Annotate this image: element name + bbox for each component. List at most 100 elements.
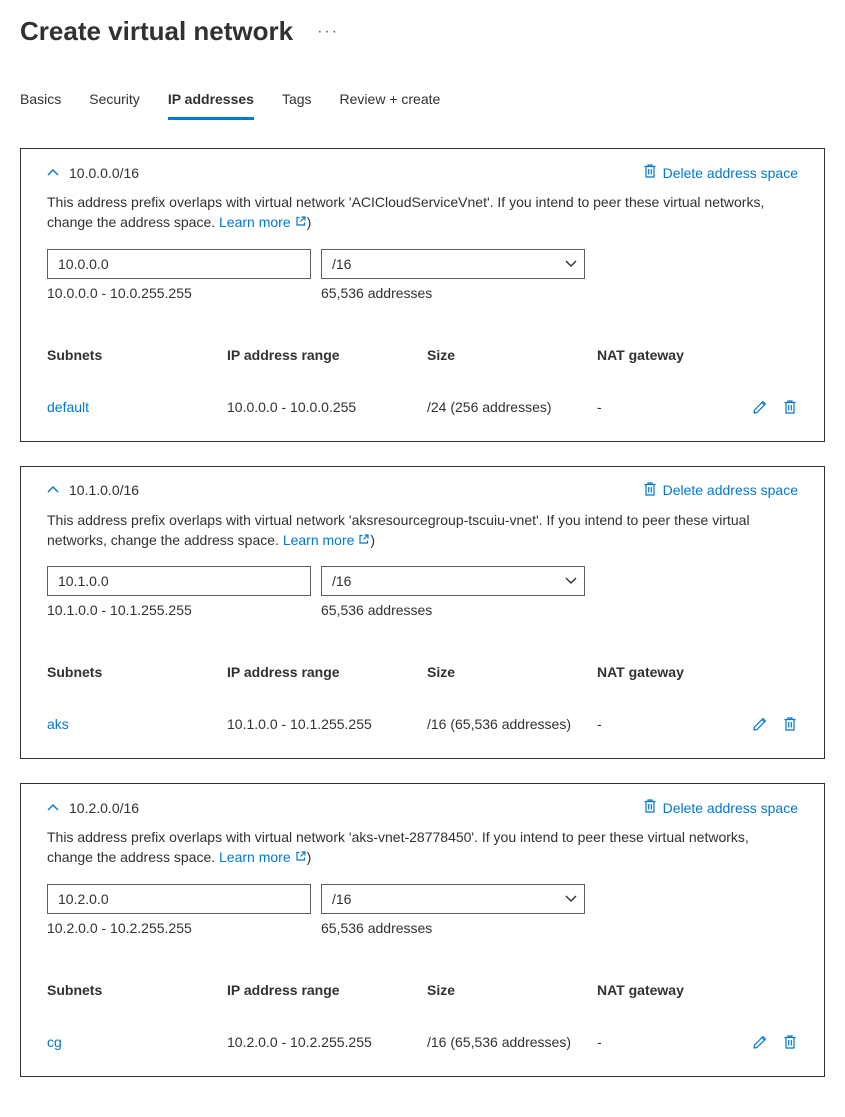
subnet-range: 10.0.0.0 - 10.0.0.255 [227, 399, 427, 415]
th-nat: NAT gateway [597, 664, 717, 680]
paren-close: ) [307, 214, 312, 230]
collapse-icon[interactable] [47, 167, 59, 179]
delete-label: Delete address space [663, 165, 798, 181]
th-subnets: Subnets [47, 664, 227, 680]
learn-more-label: Learn more [219, 847, 291, 867]
paren-close: ) [370, 532, 375, 548]
overlap-warning: This address prefix overlaps with virtua… [47, 827, 798, 868]
learn-more-link[interactable]: Learn more [219, 847, 307, 867]
address-count-text: 65,536 addresses [321, 602, 432, 618]
trash-icon [643, 798, 657, 817]
tab-review-create[interactable]: Review + create [340, 87, 441, 120]
subnet-name-link[interactable]: default [47, 399, 227, 415]
delete-address-space-button[interactable]: Delete address space [643, 163, 798, 182]
tab-tags[interactable]: Tags [282, 87, 312, 120]
overlap-warning: This address prefix overlaps with virtua… [47, 192, 798, 233]
subnet-name-link[interactable]: aks [47, 716, 227, 732]
tabs: Basics Security IP addresses Tags Review… [20, 87, 825, 120]
tab-security[interactable]: Security [89, 87, 140, 120]
paren-close: ) [307, 849, 312, 865]
subnet-name-link[interactable]: cg [47, 1034, 227, 1050]
trash-icon [643, 481, 657, 500]
subnet-header-row: Subnets IP address range Size NAT gatewa… [47, 335, 798, 375]
overlap-warning-text: This address prefix overlaps with virtua… [47, 194, 764, 230]
collapse-icon[interactable] [47, 802, 59, 814]
tab-ip-addresses[interactable]: IP addresses [168, 87, 254, 120]
address-prefix-input[interactable] [47, 884, 311, 914]
th-range: IP address range [227, 347, 427, 363]
address-prefix-input[interactable] [47, 566, 311, 596]
tab-label: Review + create [340, 91, 441, 107]
overlap-warning: This address prefix overlaps with virtua… [47, 510, 798, 551]
pencil-icon [752, 716, 768, 732]
subnet-size: /16 (65,536 addresses) [427, 716, 597, 732]
subnet-table: Subnets IP address range Size NAT gatewa… [47, 335, 798, 423]
address-prefix-input[interactable] [47, 249, 311, 279]
th-size: Size [427, 982, 597, 998]
delete-address-space-button[interactable]: Delete address space [643, 481, 798, 500]
subnet-header-row: Subnets IP address range Size NAT gatewa… [47, 652, 798, 692]
delete-label: Delete address space [663, 800, 798, 816]
prefix-mask-value: /16 [332, 891, 351, 907]
external-link-icon [295, 847, 307, 867]
tab-label: Tags [282, 91, 312, 107]
prefix-mask-select[interactable]: /16 [321, 884, 585, 914]
subnet-nat: - [597, 1034, 717, 1050]
subnet-table: Subnets IP address range Size NAT gatewa… [47, 970, 798, 1058]
th-subnets: Subnets [47, 347, 227, 363]
th-size: Size [427, 347, 597, 363]
delete-subnet-button[interactable] [782, 1034, 798, 1050]
address-range-text: 10.1.0.0 - 10.1.255.255 [47, 602, 321, 618]
external-link-icon [358, 530, 370, 550]
subnet-table: Subnets IP address range Size NAT gatewa… [47, 652, 798, 740]
more-icon[interactable]: ··· [317, 23, 339, 41]
trash-icon [782, 1034, 798, 1050]
learn-more-label: Learn more [283, 530, 355, 550]
th-range: IP address range [227, 982, 427, 998]
trash-icon [782, 399, 798, 415]
tab-label: Basics [20, 91, 61, 107]
subnet-row: default 10.0.0.0 - 10.0.0.255 /24 (256 a… [47, 391, 798, 423]
th-size: Size [427, 664, 597, 680]
overlap-warning-text: This address prefix overlaps with virtua… [47, 829, 749, 865]
learn-more-link[interactable]: Learn more [283, 530, 371, 550]
address-count-text: 65,536 addresses [321, 920, 432, 936]
prefix-mask-select[interactable]: /16 [321, 249, 585, 279]
collapse-icon[interactable] [47, 484, 59, 496]
tab-label: Security [89, 91, 140, 107]
subnet-range: 10.1.0.0 - 10.1.255.255 [227, 716, 427, 732]
tab-label: IP addresses [168, 91, 254, 107]
trash-icon [643, 163, 657, 182]
address-range-text: 10.0.0.0 - 10.0.255.255 [47, 285, 321, 301]
subnet-range: 10.2.0.0 - 10.2.255.255 [227, 1034, 427, 1050]
pencil-icon [752, 1034, 768, 1050]
delete-address-space-button[interactable]: Delete address space [643, 798, 798, 817]
subnet-nat: - [597, 716, 717, 732]
address-range-text: 10.2.0.0 - 10.2.255.255 [47, 920, 321, 936]
edit-subnet-button[interactable] [752, 716, 768, 732]
subnet-nat: - [597, 399, 717, 415]
address-space-card: 10.0.0.0/16 Delete address space This ad… [20, 148, 825, 442]
address-space-cidr: 10.0.0.0/16 [69, 165, 139, 181]
trash-icon [782, 716, 798, 732]
th-nat: NAT gateway [597, 347, 717, 363]
page-title: Create virtual network [20, 16, 293, 47]
prefix-mask-value: /16 [332, 573, 351, 589]
edit-subnet-button[interactable] [752, 1034, 768, 1050]
edit-subnet-button[interactable] [752, 399, 768, 415]
learn-more-link[interactable]: Learn more [219, 212, 307, 232]
th-range: IP address range [227, 664, 427, 680]
address-space-cidr: 10.1.0.0/16 [69, 482, 139, 498]
subnet-size: /24 (256 addresses) [427, 399, 597, 415]
subnet-row: cg 10.2.0.0 - 10.2.255.255 /16 (65,536 a… [47, 1026, 798, 1058]
address-space-card: 10.1.0.0/16 Delete address space This ad… [20, 466, 825, 760]
delete-subnet-button[interactable] [782, 399, 798, 415]
address-space-card: 10.2.0.0/16 Delete address space This ad… [20, 783, 825, 1077]
delete-subnet-button[interactable] [782, 716, 798, 732]
prefix-mask-select[interactable]: /16 [321, 566, 585, 596]
external-link-icon [295, 212, 307, 232]
subnet-row: aks 10.1.0.0 - 10.1.255.255 /16 (65,536 … [47, 708, 798, 740]
th-subnets: Subnets [47, 982, 227, 998]
tab-basics[interactable]: Basics [20, 87, 61, 120]
address-count-text: 65,536 addresses [321, 285, 432, 301]
